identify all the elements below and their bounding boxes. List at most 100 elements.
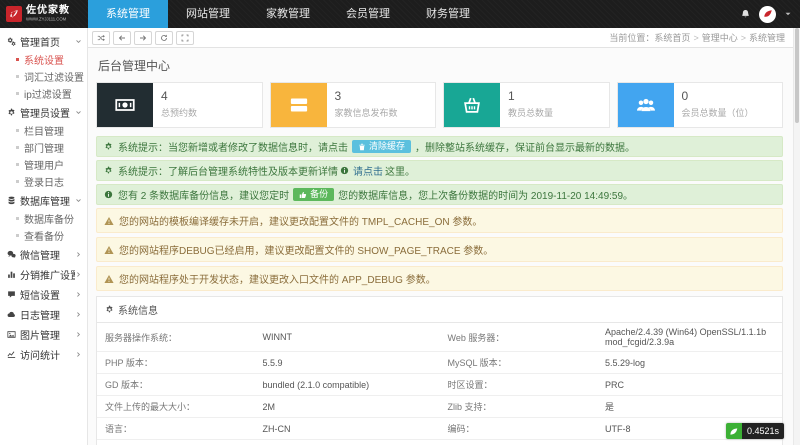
list-icon <box>289 95 309 115</box>
alert-link[interactable]: 请点击 <box>353 163 383 178</box>
cloud-icon <box>7 310 16 319</box>
tab-tool-button[interactable] <box>134 30 152 45</box>
stat-label: 总预约数 <box>161 108 198 118</box>
table-row: 服务器操作系统： WINNT Web 服务器： Apache/2.4.39 (Win6… <box>97 323 782 352</box>
logo-icon <box>6 6 22 22</box>
bullet-icon <box>16 163 19 166</box>
sidebar-group-label: 管理首页 <box>20 37 60 49</box>
button-label: 备份 <box>310 189 329 199</box>
tab-tool-button[interactable] <box>176 30 194 45</box>
tab-tool-button[interactable] <box>113 30 131 45</box>
sidebar-item-label: ip过滤设置 <box>24 90 72 101</box>
warning-icon <box>104 274 114 284</box>
stat-value: 0 <box>681 89 689 103</box>
database-icon <box>7 196 16 205</box>
sidebar-item[interactable]: 词汇过滤设置 <box>0 68 87 85</box>
top-nav-item[interactable]: 系统管理 <box>88 0 168 28</box>
table-row: 后台版本：V2.0.2联系邮箱：bh#jxbht.com ? <box>97 439 782 445</box>
sidebar-group-label: 短信设置 <box>20 290 60 302</box>
sidebar-item[interactable]: 部门管理 <box>0 139 87 156</box>
app-title: 佐优家教 <box>26 4 70 16</box>
sidebar-item[interactable]: 登录日志 <box>0 173 87 190</box>
tab-tool-button[interactable] <box>155 30 173 45</box>
sidebar-item-label: 数据库备份 <box>24 215 74 226</box>
stat-label: 家教信息发布数 <box>334 108 398 118</box>
sidebar-group[interactable]: 日志管理 <box>0 304 87 324</box>
alert-text: 这里。 <box>385 167 415 178</box>
sidebar-group-label: 访问统计 <box>20 350 60 362</box>
chevron-down-icon[interactable] <box>784 10 792 18</box>
chevron-down-icon <box>75 109 82 116</box>
info-icon <box>104 190 113 199</box>
alert-lead-icon <box>104 142 113 151</box>
info-label: 编码： <box>439 417 598 440</box>
scrollbar-thumb[interactable] <box>795 28 799 123</box>
info-label: MySQL 版本： <box>439 351 598 374</box>
stat-label: 教员总数量 <box>508 108 554 118</box>
sidebar: 管理首页系统设置 词汇过滤设置 ip过滤设置 管理员设置 栏目管理 部门管理 管理用户登录日… <box>0 28 88 445</box>
info-value: 5.5.9 <box>254 351 440 374</box>
sidebar-item[interactable]: 查看备份 <box>0 227 87 244</box>
stat-card-iconbox <box>617 83 674 127</box>
sidebar-group-label: 数据库管理 <box>20 196 70 208</box>
warning-alert: 您的网站的模板编译缓存未开启，建议更改配置文件的 TMPL_CACHE_ON 参… <box>96 208 783 233</box>
topbar: 佐优家教 WWW.ZYJJ111.COM 系统管理 网站管理 家教管理 会员管理 财务管… <box>0 0 800 28</box>
clear-cache-button[interactable]: 清除缓存 <box>352 140 412 153</box>
sidebar-group[interactable]: 访问统计 <box>0 344 87 364</box>
avatar[interactable] <box>759 5 776 23</box>
image-icon <box>7 330 16 339</box>
alert-text: 系统提示：当您新增或者修改了数据信息时，请点击 <box>118 143 348 154</box>
info-value: bundled (2.1.0 compatible) <box>254 373 440 396</box>
warning-icon <box>104 216 114 226</box>
table-row: GD 版本： bundled (2.1.0 compatible) 时区设置： PRC <box>97 373 782 396</box>
info-label: 时区设置： <box>439 373 598 396</box>
chevron-right-icon <box>75 331 82 338</box>
table-row: PHP 版本： 5.5.9 MySQL 版本： 5.5.29-log <box>97 351 782 374</box>
breadcrumb-item[interactable]: 系统首页 <box>654 33 690 43</box>
sidebar-group[interactable]: 图片管理 <box>0 324 87 344</box>
breadcrumb-item[interactable]: 管理中心 <box>702 33 738 43</box>
sidebar-group[interactable]: 分销推广设置 <box>0 264 87 284</box>
alert-text: 您的网站的模板编译缓存未开启，建议更改配置文件的 TMPL_CACHE_ON 参… <box>119 217 483 228</box>
page-title: 后台管理中心 <box>98 59 171 73</box>
sidebar-item[interactable]: 栏目管理 <box>0 122 87 139</box>
info-value: bh#jxbht.com ? <box>597 439 782 445</box>
bell-icon[interactable] <box>740 9 751 20</box>
info-value: WINNT <box>262 332 293 342</box>
top-nav-item[interactable]: 网站管理 <box>168 0 248 28</box>
sidebar-group[interactable]: 短信设置 <box>0 284 87 304</box>
top-nav-item[interactable]: 财务管理 <box>408 0 488 28</box>
top-nav-item[interactable]: 会员管理 <box>328 0 408 28</box>
sidebar-item[interactable]: ip过滤设置 <box>0 85 87 102</box>
sidebar-item[interactable]: 数据库备份 <box>0 210 87 227</box>
sidebar-group[interactable]: 数据库管理 <box>0 190 87 210</box>
stat-card-iconbox <box>270 83 327 127</box>
chevron-right-icon <box>75 291 82 298</box>
tab-tool-button[interactable] <box>92 30 110 45</box>
sidebar-item-label: 查看备份 <box>24 232 64 243</box>
trace-badge[interactable]: 0.4521s <box>725 423 784 439</box>
scrollbar[interactable] <box>793 28 800 445</box>
app-logo[interactable]: 佐优家教 WWW.ZYJJ111.COM <box>0 0 88 28</box>
tab-toolbar: 当前位置：系统首页 > 管理中心 > 系统管理 <box>88 28 793 48</box>
success-alert: 系统提示：当您新增或者修改了数据信息时，请点击 清除缓存 ，删除整站系统缓存，保证前… <box>96 136 783 157</box>
backup-button[interactable]: 备份 <box>293 188 335 201</box>
bullet-icon <box>16 75 19 78</box>
sidebar-item[interactable]: 管理用户 <box>0 156 87 173</box>
breadcrumb-item[interactable]: 系统管理 <box>749 33 785 43</box>
sidebar-group[interactable]: 微信管理 <box>0 244 87 264</box>
warning-alerts: 您的网站的模板编译缓存未开启，建议更改配置文件的 TMPL_CACHE_ON 参… <box>96 208 783 291</box>
thinkphp-icon <box>725 423 742 439</box>
stat-value: 4 <box>161 89 168 103</box>
sidebar-group[interactable]: 管理首页 <box>0 31 87 51</box>
sidebar-item[interactable]: 系统设置 <box>0 51 87 68</box>
sidebar-group[interactable]: 管理员设置 <box>0 102 87 122</box>
breadcrumb: 当前位置：系统首页 > 管理中心 > 系统管理 <box>609 31 785 44</box>
alert-text: 您的数据库信息，您上次备份数据的时间为 2019-11-20 14:49:59。 <box>338 191 634 202</box>
info-icon <box>340 166 349 175</box>
app-subtitle: WWW.ZYJJ111.COM <box>26 16 67 22</box>
sidebar-group-label: 分销推广设置 <box>20 270 75 282</box>
sidebar-item-label: 登录日志 <box>24 178 64 189</box>
arrow-left-icon <box>118 34 126 42</box>
top-nav-item[interactable]: 家教管理 <box>248 0 328 28</box>
